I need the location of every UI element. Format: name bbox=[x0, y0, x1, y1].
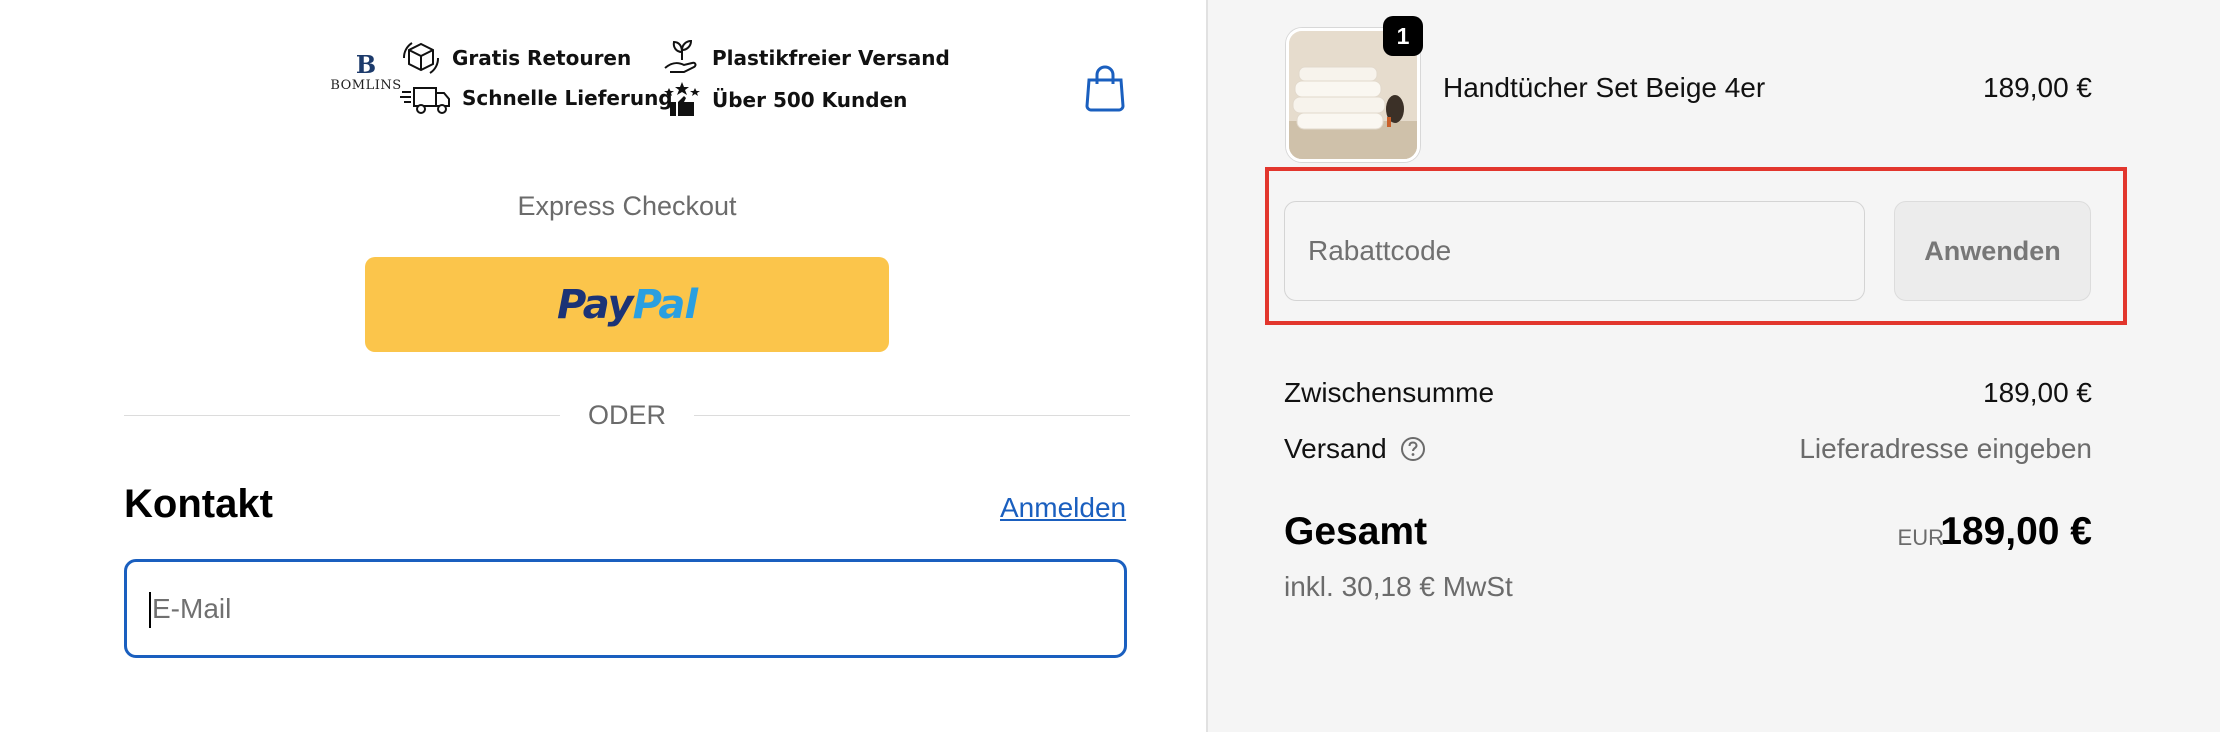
badge-fast-delivery: Schnelle Lieferung bbox=[400, 80, 673, 116]
badge-free-returns-label: Gratis Retouren bbox=[452, 46, 632, 70]
brand-logo[interactable]: B BOMLINS bbox=[326, 50, 406, 94]
cart-button[interactable] bbox=[1084, 64, 1126, 112]
apply-discount-button[interactable]: Anwenden bbox=[1894, 201, 2091, 301]
shipping-row: Versand bbox=[1284, 433, 1427, 465]
subtotal-label: Zwischensumme bbox=[1284, 377, 1495, 408]
product-price: 189,00 € bbox=[1983, 72, 2092, 103]
shopping-bag-icon bbox=[1085, 65, 1125, 112]
product-name: Handtücher Set Beige 4er bbox=[1443, 72, 1766, 103]
help-icon[interactable] bbox=[1399, 435, 1427, 463]
brand-logo-name: BOMLINS bbox=[330, 78, 402, 93]
total-value: 189,00 € bbox=[1940, 510, 2092, 553]
badge-customers: Über 500 Kunden bbox=[662, 80, 907, 120]
shipping-value: Lieferadresse eingeben bbox=[1799, 433, 2092, 464]
contact-heading: Kontakt bbox=[124, 482, 273, 526]
brand-logo-letter: B bbox=[355, 50, 377, 79]
tax-note: inkl. 30,18 € MwSt bbox=[1284, 571, 1513, 602]
subtotal-value: 189,00 € bbox=[1983, 377, 2092, 408]
discount-code-placeholder: Rabattcode bbox=[1308, 235, 1452, 266]
email-field[interactable]: E-Mail bbox=[124, 559, 1127, 658]
paypal-logo-pay: Pay bbox=[556, 281, 634, 328]
express-checkout-title: Express Checkout bbox=[517, 191, 737, 221]
badge-free-returns: Gratis Retouren bbox=[400, 38, 631, 78]
badge-customers-label: Über 500 Kunden bbox=[712, 88, 908, 112]
box-return-icon bbox=[402, 42, 440, 74]
email-placeholder: E-Mail bbox=[152, 593, 232, 624]
total-currency: EUR bbox=[1897, 525, 1944, 550]
total-label: Gesamt bbox=[1284, 510, 1428, 553]
quantity-badge: 1 bbox=[1383, 16, 1423, 56]
badge-plastic-free-label: Plastikfreier Versand bbox=[712, 46, 950, 70]
badge-fast-delivery-label: Schnelle Lieferung bbox=[462, 86, 673, 110]
shipping-label: Versand bbox=[1284, 433, 1387, 464]
plant-hand-icon bbox=[664, 39, 697, 73]
or-divider: ODER bbox=[124, 398, 1130, 434]
delivery-truck-icon bbox=[400, 87, 450, 114]
paypal-logo-pal: Pal bbox=[632, 281, 698, 328]
or-divider-line-right bbox=[694, 415, 1130, 416]
checkout-main-column: B BOMLINS Gratis Retouren Schnelle Liefe… bbox=[0, 0, 1206, 732]
checkout-page: B BOMLINS Gratis Retouren Schnelle Liefe… bbox=[0, 0, 2220, 732]
text-caret bbox=[149, 592, 151, 628]
discount-code-input[interactable]: Rabattcode bbox=[1284, 201, 1865, 301]
stars-thumbs-up-icon bbox=[664, 82, 700, 116]
badge-plastic-free: Plastikfreier Versand bbox=[662, 38, 950, 78]
login-link[interactable]: Anmelden bbox=[1000, 492, 1126, 524]
paypal-button[interactable]: Pay Pal bbox=[365, 257, 889, 352]
